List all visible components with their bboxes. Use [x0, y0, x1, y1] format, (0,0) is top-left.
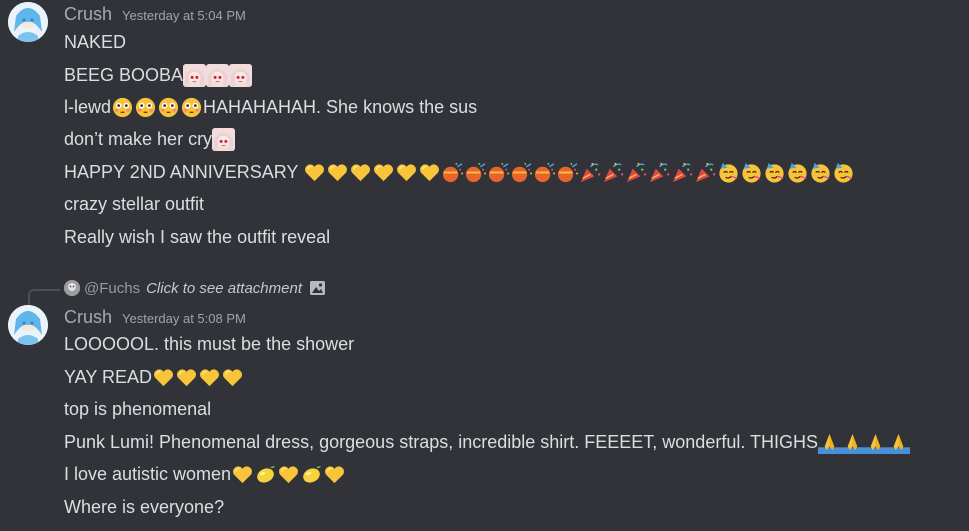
party-popper-emoji[interactable] [648, 161, 671, 184]
message-text: l-lewd [64, 97, 112, 117]
partying-face-emoji[interactable] [740, 161, 763, 184]
yellow-heart-emoji[interactable] [175, 366, 198, 389]
emoji-row [152, 366, 244, 389]
message-line: BEEG BOOBA [64, 63, 253, 87]
partying-face-emoji[interactable] [763, 161, 786, 184]
confetti-ball-emoji[interactable] [510, 161, 533, 184]
message-text: don’t make her cry [64, 129, 213, 149]
confetti-ball-emoji[interactable] [487, 161, 510, 184]
message-text: Where is everyone? [64, 497, 225, 517]
reply-content[interactable]: Click to see attachment [146, 280, 302, 297]
folded-hands-emoji[interactable] [864, 431, 888, 454]
avatar-image [8, 2, 48, 42]
yellow-heart-emoji[interactable] [198, 366, 221, 389]
yellow-heart-emoji[interactable] [231, 463, 254, 486]
message-text: Punk Lumi! Phenomenal dress, gorgeous st… [64, 432, 819, 452]
partying-face-emoji[interactable] [832, 161, 855, 184]
confetti-ball-emoji[interactable] [556, 161, 579, 184]
anime-girl-emoji[interactable] [229, 63, 253, 87]
message-line: HAPPY 2ND ANNIVERSARY [64, 160, 855, 184]
message-text: Really wish I saw the outfit reveal [64, 227, 331, 247]
message-text: top is phenomenal [64, 399, 212, 419]
image-icon-glyph [309, 281, 325, 295]
yellow-heart-emoji[interactable] [303, 161, 326, 184]
message-header: Crush Yesterday at 5:04 PM [64, 4, 246, 26]
emoji-row [183, 63, 253, 87]
message-line: Where is everyone? [64, 495, 224, 519]
anime-girl-emoji[interactable] [212, 127, 236, 151]
image-icon [309, 281, 325, 295]
confetti-ball-emoji[interactable] [441, 161, 464, 184]
yellow-heart-emoji[interactable] [395, 161, 418, 184]
folded-hands-emoji[interactable] [818, 431, 842, 454]
party-popper-emoji[interactable] [671, 161, 694, 184]
timestamp[interactable]: Yesterday at 5:08 PM [122, 311, 246, 326]
yellow-heart-emoji[interactable] [372, 161, 395, 184]
message-text: NAKED [64, 32, 127, 52]
avatar-image [8, 305, 48, 345]
message-text: HAPPY 2ND ANNIVERSARY [64, 162, 304, 182]
anime-girl-emoji[interactable] [183, 63, 207, 87]
message-line: crazy stellar outfit [64, 192, 204, 216]
flushed-emoji[interactable] [180, 96, 203, 119]
confetti-ball-emoji[interactable] [464, 161, 487, 184]
message-text: crazy stellar outfit [64, 194, 205, 214]
yellow-heart-emoji[interactable] [418, 161, 441, 184]
reply-avatar[interactable] [64, 280, 80, 296]
flushed-emoji[interactable] [157, 96, 180, 119]
message-text: BEEG BOOBA [64, 65, 184, 85]
message-line: Punk Lumi! Phenomenal dress, gorgeous st… [64, 430, 911, 454]
yellow-heart-emoji[interactable] [277, 463, 300, 486]
emoji-row [111, 96, 203, 119]
yellow-heart-emoji[interactable] [323, 463, 346, 486]
lemon-emoji[interactable] [254, 463, 277, 486]
avatar[interactable] [8, 2, 48, 42]
party-popper-emoji[interactable] [625, 161, 648, 184]
folded-hands-emoji[interactable] [887, 431, 911, 454]
flushed-emoji[interactable] [111, 96, 134, 119]
timestamp[interactable]: Yesterday at 5:04 PM [122, 8, 246, 23]
username[interactable]: Crush [64, 307, 112, 328]
reply-avatar-image [64, 280, 80, 296]
emoji-row [231, 463, 346, 486]
message-line: LOOOOOL. this must be the shower [64, 332, 354, 356]
partying-face-emoji[interactable] [809, 161, 832, 184]
message-text-after: HAHAHAHAH. She knows the sus [203, 97, 478, 117]
message-line: don’t make her cry [64, 127, 236, 151]
emoji-row [818, 431, 911, 454]
partying-face-emoji[interactable] [717, 161, 740, 184]
party-popper-emoji[interactable] [694, 161, 717, 184]
lemon-emoji[interactable] [300, 463, 323, 486]
yellow-heart-emoji[interactable] [221, 366, 244, 389]
emoji-row [303, 161, 855, 184]
party-popper-emoji[interactable] [579, 161, 602, 184]
party-popper-emoji[interactable] [602, 161, 625, 184]
message-header: Crush Yesterday at 5:08 PM [64, 307, 246, 329]
message-line: l-lewd HAHAHAHAH. She knows the sus [64, 95, 477, 119]
yellow-heart-emoji[interactable] [152, 366, 175, 389]
reply-spine [28, 289, 60, 305]
chat-message-list: Crush Yesterday at 5:04 PM NAKED BEEG BO… [0, 0, 969, 531]
reply-mention[interactable]: @Fuchs [84, 280, 140, 297]
message-text: LOOOOOL. this must be the shower [64, 334, 355, 354]
flushed-emoji[interactable] [134, 96, 157, 119]
username[interactable]: Crush [64, 4, 112, 25]
anime-girl-emoji[interactable] [206, 63, 230, 87]
message-line: Really wish I saw the outfit reveal [64, 225, 330, 249]
message-line: YAY READ [64, 365, 244, 389]
message-line: I love autistic women [64, 462, 346, 486]
avatar[interactable] [8, 305, 48, 345]
partying-face-emoji[interactable] [786, 161, 809, 184]
emoji-row [212, 127, 236, 151]
yellow-heart-emoji[interactable] [349, 161, 372, 184]
message-text: I love autistic women [64, 464, 232, 484]
message-text: YAY READ [64, 367, 153, 387]
confetti-ball-emoji[interactable] [533, 161, 556, 184]
message-line: top is phenomenal [64, 397, 211, 421]
reply-preview[interactable]: @Fuchs Click to see attachment [64, 279, 325, 297]
message-line: NAKED [64, 30, 126, 54]
yellow-heart-emoji[interactable] [326, 161, 349, 184]
folded-hands-emoji[interactable] [841, 431, 865, 454]
